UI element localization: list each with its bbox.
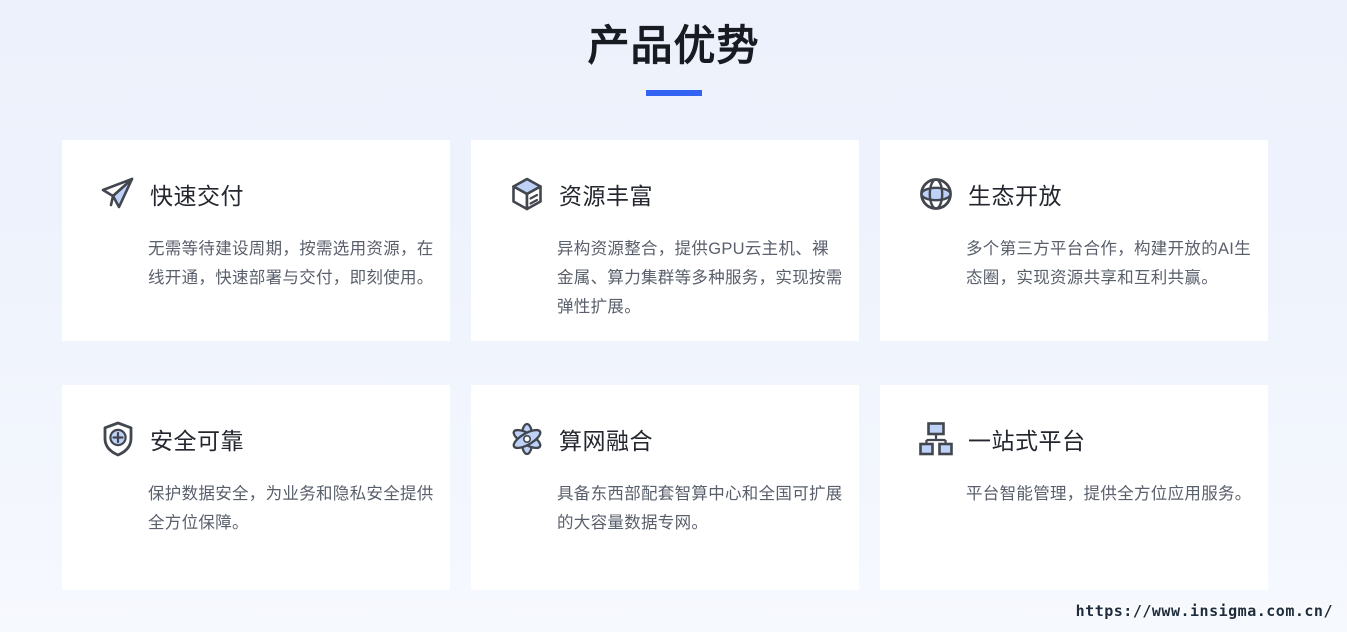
card-header: 生态开放 xyxy=(916,174,1252,214)
card-header: 资源丰富 xyxy=(507,174,843,214)
card-description: 异构资源整合，提供GPU云主机、裸金属、算力集群等多种服务，实现按需弹性扩展。 xyxy=(557,235,843,322)
advantage-card-rich-resources: 资源丰富 异构资源整合，提供GPU云主机、裸金属、算力集群等多种服务，实现按需弹… xyxy=(471,140,859,341)
card-title: 算网融合 xyxy=(559,422,653,456)
card-header: 算网融合 xyxy=(507,419,843,459)
page-title: 产品优势 xyxy=(0,12,1347,73)
site-url-watermark: https://www.insigma.com.cn/ xyxy=(1076,602,1333,620)
card-description: 多个第三方平台合作，构建开放的AI生态圈，实现资源共享和互利共赢。 xyxy=(966,235,1252,293)
globe-icon xyxy=(916,174,956,214)
card-title: 快速交付 xyxy=(150,177,244,211)
card-header: 快速交付 xyxy=(98,174,434,214)
atom-icon xyxy=(507,419,547,459)
sitemap-icon xyxy=(916,419,956,459)
card-header: 一站式平台 xyxy=(916,419,1252,459)
card-header: 安全可靠 xyxy=(98,419,434,459)
advantage-card-secure-reliable: 安全可靠 保护数据安全，为业务和隐私安全提供全方位保障。 xyxy=(62,385,450,590)
cube-icon xyxy=(507,174,547,214)
card-title: 资源丰富 xyxy=(559,177,653,211)
card-title: 生态开放 xyxy=(968,177,1062,211)
card-description: 保护数据安全，为业务和隐私安全提供全方位保障。 xyxy=(148,480,434,538)
card-description: 平台智能管理，提供全方位应用服务。 xyxy=(966,480,1252,509)
advantages-grid: 快速交付 无需等待建设周期，按需选用资源，在线开通，快速部署与交付，即刻使用。 … xyxy=(62,140,1270,590)
section-header: 产品优势 xyxy=(0,0,1347,96)
advantage-card-one-stop-platform: 一站式平台 平台智能管理，提供全方位应用服务。 xyxy=(880,385,1268,590)
advantage-card-compute-network-fusion: 算网融合 具备东西部配套智算中心和全国可扩展的大容量数据专网。 xyxy=(471,385,859,590)
card-title: 安全可靠 xyxy=(150,422,244,456)
shield-plus-icon xyxy=(98,419,138,459)
advantage-card-open-ecosystem: 生态开放 多个第三方平台合作，构建开放的AI生态圈，实现资源共享和互利共赢。 xyxy=(880,140,1268,341)
card-title: 一站式平台 xyxy=(968,422,1086,456)
paper-plane-icon xyxy=(98,174,138,214)
title-accent-bar xyxy=(646,90,702,96)
card-description: 无需等待建设周期，按需选用资源，在线开通，快速部署与交付，即刻使用。 xyxy=(148,235,434,293)
card-description: 具备东西部配套智算中心和全国可扩展的大容量数据专网。 xyxy=(557,480,843,538)
advantage-card-fast-delivery: 快速交付 无需等待建设周期，按需选用资源，在线开通，快速部署与交付，即刻使用。 xyxy=(62,140,450,341)
